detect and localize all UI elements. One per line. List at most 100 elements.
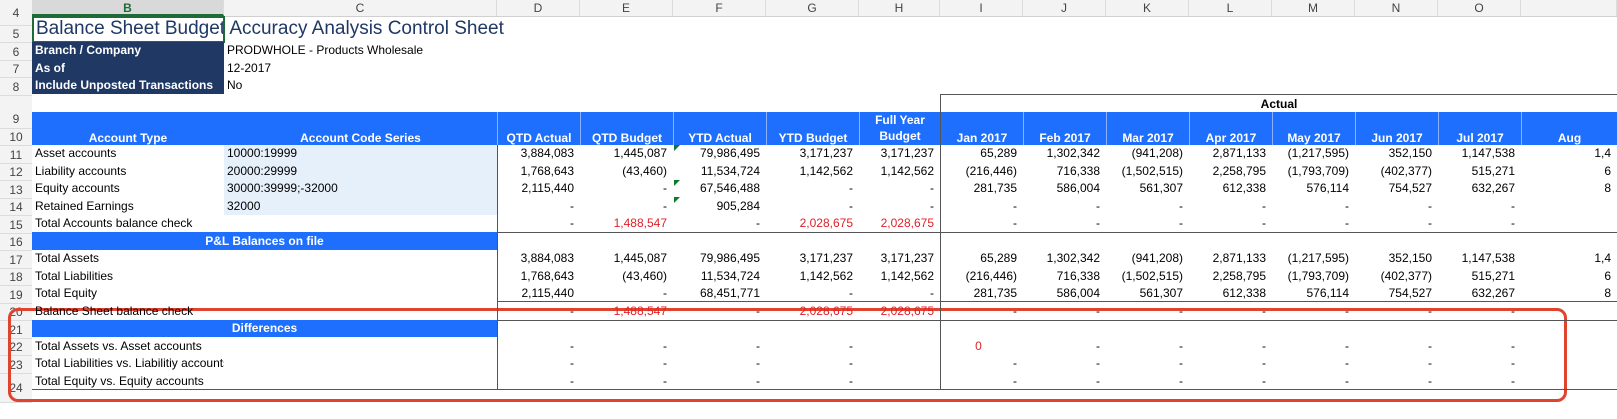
value-cell[interactable]: -: [497, 197, 580, 215]
column-header-o[interactable]: O: [1438, 0, 1521, 16]
row-header-9[interactable]: 9: [0, 96, 32, 129]
month-value-cell[interactable]: 561,307: [1106, 285, 1189, 302]
month-value-cell[interactable]: -: [1106, 215, 1189, 232]
value-cell[interactable]: (43,460): [580, 267, 673, 285]
month-value-cell[interactable]: -: [1023, 372, 1106, 390]
value-cell[interactable]: 1,142,562: [859, 162, 940, 180]
month-value-cell[interactable]: -: [1189, 215, 1272, 232]
month-value-cell[interactable]: (216,446): [940, 162, 1023, 180]
row-header-5[interactable]: 5: [0, 26, 32, 43]
month-value-cell[interactable]: -: [1355, 302, 1438, 320]
month-value-cell[interactable]: 632,267: [1438, 285, 1521, 302]
column-header-b[interactable]: B: [32, 0, 224, 16]
month-value-cell[interactable]: 612,338: [1189, 285, 1272, 302]
month-value-cell[interactable]: [1521, 355, 1617, 372]
month-value-cell[interactable]: (941,208): [1106, 250, 1189, 267]
month-value-cell[interactable]: -: [1355, 337, 1438, 355]
value-cell[interactable]: 2,028,675: [766, 302, 859, 320]
value-cell[interactable]: -: [673, 337, 766, 355]
month-value-cell[interactable]: 2,258,795: [1189, 162, 1272, 180]
value-cell[interactable]: -: [766, 285, 859, 302]
month-value-cell[interactable]: -: [1023, 302, 1106, 320]
month-value-cell[interactable]: -: [1189, 355, 1272, 372]
value-cell[interactable]: 2,028,675: [766, 215, 859, 232]
value-cell[interactable]: -: [497, 337, 580, 355]
error-indicator-icon[interactable]: [674, 145, 680, 151]
month-value-cell[interactable]: -: [1355, 355, 1438, 372]
value-cell[interactable]: -: [859, 285, 940, 302]
month-value-cell[interactable]: [1521, 302, 1617, 320]
month-value-cell[interactable]: 352,150: [1355, 145, 1438, 162]
column-header-k[interactable]: K: [1106, 0, 1189, 16]
column-header-d[interactable]: D: [497, 0, 580, 16]
month-value-cell[interactable]: -: [1189, 302, 1272, 320]
value-cell[interactable]: 79,986,495: [673, 145, 766, 162]
month-value-cell[interactable]: 754,527: [1355, 285, 1438, 302]
column-header-f[interactable]: F: [673, 0, 766, 16]
column-header-l[interactable]: L: [1189, 0, 1272, 16]
month-value-cell[interactable]: 515,271: [1438, 267, 1521, 285]
month-value-cell[interactable]: -: [1106, 337, 1189, 355]
account-code-cell[interactable]: 32000: [224, 197, 497, 215]
month-value-cell[interactable]: -: [1355, 372, 1438, 390]
month-value-cell[interactable]: (941,208): [1106, 145, 1189, 162]
month-value-cell[interactable]: (1,502,515): [1106, 267, 1189, 285]
month-value-cell[interactable]: 1,4: [1521, 145, 1617, 162]
row-header-10[interactable]: 10: [0, 129, 32, 146]
month-value-cell[interactable]: -: [1189, 372, 1272, 390]
value-cell[interactable]: 1,445,087: [580, 145, 673, 162]
month-value-cell[interactable]: 716,338: [1023, 267, 1106, 285]
value-cell[interactable]: 905,284: [673, 197, 766, 215]
month-value-cell[interactable]: 612,338: [1189, 180, 1272, 197]
month-value-cell[interactable]: 1,147,538: [1438, 145, 1521, 162]
row-header-4[interactable]: 4: [0, 0, 32, 26]
month-value-cell[interactable]: -: [1023, 215, 1106, 232]
month-value-cell[interactable]: -: [940, 355, 1023, 372]
month-value-cell[interactable]: 1,302,342: [1023, 250, 1106, 267]
month-value-cell[interactable]: 1,147,538: [1438, 250, 1521, 267]
month-value-cell[interactable]: 281,735: [940, 180, 1023, 197]
column-header-j[interactable]: J: [1023, 0, 1106, 16]
month-value-cell[interactable]: -: [1438, 197, 1521, 215]
account-code-cell[interactable]: 30000:39999;-32000: [224, 180, 497, 197]
month-value-cell[interactable]: -: [1106, 302, 1189, 320]
value-cell[interactable]: 2,028,675: [859, 215, 940, 232]
value-cell[interactable]: -: [673, 355, 766, 372]
value-cell[interactable]: -: [859, 197, 940, 215]
row-header-11[interactable]: 11: [0, 146, 32, 164]
column-header-n[interactable]: N: [1355, 0, 1438, 16]
value-cell[interactable]: -: [766, 180, 859, 197]
month-value-cell[interactable]: 586,004: [1023, 285, 1106, 302]
month-value-cell[interactable]: [1521, 372, 1617, 390]
month-value-cell[interactable]: (1,793,709): [1272, 162, 1355, 180]
value-cell[interactable]: 3,171,237: [766, 145, 859, 162]
column-header-e[interactable]: E: [580, 0, 673, 16]
month-value-cell[interactable]: -: [940, 215, 1023, 232]
error-indicator-icon[interactable]: [674, 180, 680, 186]
error-indicator-icon[interactable]: [674, 197, 680, 203]
month-value-cell[interactable]: (216,446): [940, 267, 1023, 285]
month-value-cell[interactable]: 6: [1521, 162, 1617, 180]
value-cell[interactable]: -: [580, 197, 673, 215]
month-value-cell[interactable]: -: [1438, 302, 1521, 320]
month-value-cell[interactable]: -: [1023, 197, 1106, 215]
month-value-cell[interactable]: -: [1272, 355, 1355, 372]
month-value-cell[interactable]: 576,114: [1272, 285, 1355, 302]
month-value-cell[interactable]: 281,735: [940, 285, 1023, 302]
row-header-6[interactable]: 6: [0, 43, 32, 61]
row-header-7[interactable]: 7: [0, 61, 32, 78]
month-value-cell[interactable]: 1,302,342: [1023, 145, 1106, 162]
month-value-cell[interactable]: 65,289: [940, 250, 1023, 267]
month-value-cell[interactable]: -: [1355, 197, 1438, 215]
month-value-cell[interactable]: 352,150: [1355, 250, 1438, 267]
value-cell[interactable]: (43,460): [580, 162, 673, 180]
month-value-cell[interactable]: 8: [1521, 285, 1617, 302]
column-header-c[interactable]: C: [224, 0, 497, 16]
month-value-cell[interactable]: -: [1272, 215, 1355, 232]
value-cell[interactable]: -: [859, 180, 940, 197]
month-value-cell[interactable]: 65,289: [940, 145, 1023, 162]
value-cell[interactable]: 3,884,083: [497, 250, 580, 267]
month-value-cell[interactable]: 515,271: [1438, 162, 1521, 180]
month-value-cell[interactable]: -: [1106, 372, 1189, 390]
row-header-19[interactable]: 19: [0, 286, 32, 304]
